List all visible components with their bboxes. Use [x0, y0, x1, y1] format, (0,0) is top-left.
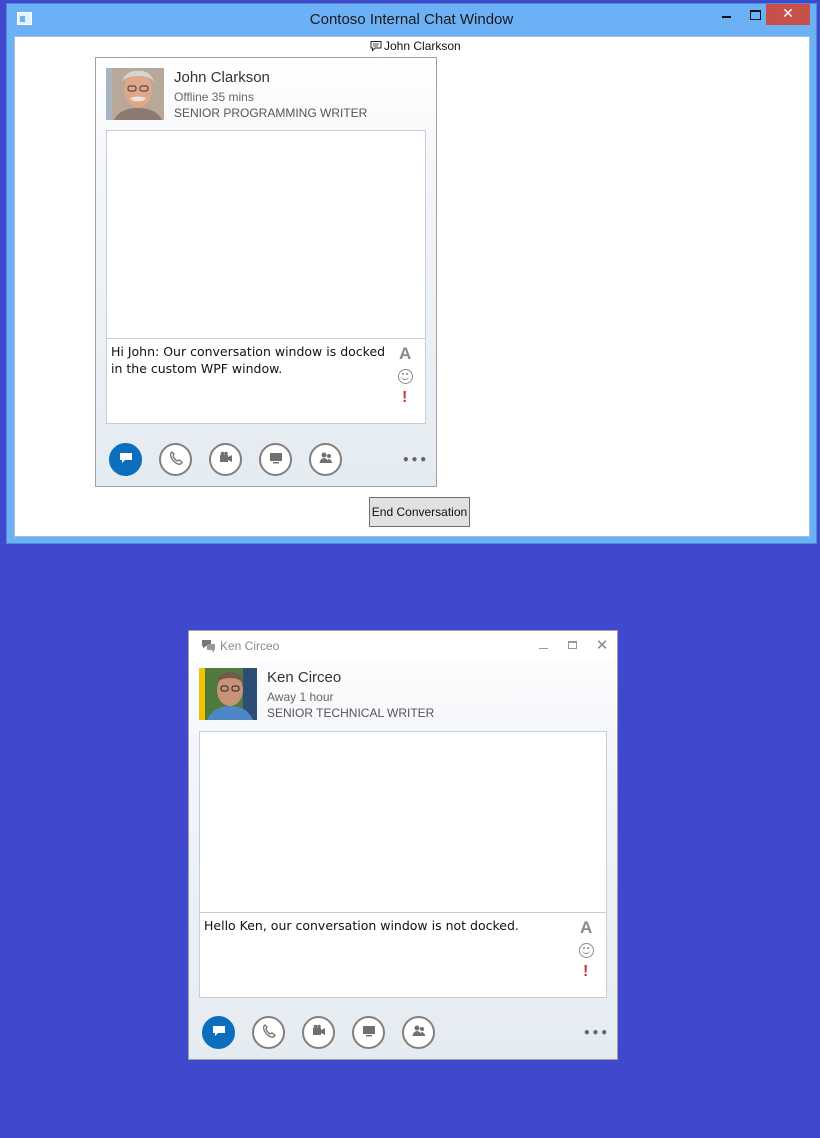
presence-indicator	[199, 668, 205, 720]
present-icon	[361, 1023, 377, 1043]
message-draft[interactable]: Hi John: Our conversation window is dock…	[111, 343, 395, 377]
priority-icon[interactable]: !	[583, 963, 588, 981]
minimize-button[interactable]	[536, 637, 552, 653]
contact-card[interactable]: Ken Circeo Away 1 hour SENIOR TECHNICAL …	[199, 668, 529, 720]
emoticon-icon[interactable]	[579, 943, 594, 958]
font-icon[interactable]: A	[580, 918, 592, 938]
contact-status: Away 1 hour	[267, 690, 334, 704]
people-icon	[411, 1023, 427, 1043]
message-history[interactable]	[199, 731, 607, 913]
present-button[interactable]	[259, 443, 292, 476]
video-button[interactable]	[302, 1016, 335, 1049]
font-icon[interactable]: A	[399, 344, 411, 364]
im-icon	[211, 1023, 227, 1043]
floating-conversation-window: Ken Circeo ✕ Ken Circeo Away 1 hour SENI…	[188, 630, 618, 1060]
contact-job-title: SENIOR PROGRAMMING WRITER	[174, 106, 368, 120]
video-button[interactable]	[209, 443, 242, 476]
video-icon	[311, 1023, 327, 1043]
participants-button[interactable]	[402, 1016, 435, 1049]
docked-conversation-window: John Clarkson Offline 35 mins SENIOR PRO…	[95, 57, 437, 487]
more-options-button[interactable]: •••	[583, 1026, 609, 1040]
floating-titlebar[interactable]: Ken Circeo ✕	[189, 631, 617, 661]
end-conversation-button[interactable]: End Conversation	[369, 497, 470, 527]
conversation-caption-text: John Clarkson	[384, 39, 461, 53]
close-button[interactable]: ✕	[594, 637, 610, 653]
im-icon	[118, 450, 134, 470]
close-button[interactable]: ✕	[766, 4, 810, 25]
message-input[interactable]: Hello Ken, our conversation window is no…	[199, 912, 607, 998]
host-window: Contoso Internal Chat Window ✕ John Clar…	[6, 3, 817, 544]
minimize-button[interactable]	[713, 4, 741, 25]
maximize-button[interactable]	[565, 637, 581, 653]
contact-card[interactable]: John Clarkson Offline 35 mins SENIOR PRO…	[106, 68, 436, 120]
avatar[interactable]	[199, 668, 257, 720]
priority-icon[interactable]: !	[402, 389, 407, 407]
host-client-area: John Clarkson John Clarkson Offline 35 m…	[14, 36, 810, 537]
message-draft[interactable]: Hello Ken, our conversation window is no…	[204, 917, 574, 934]
conversation-window-icon	[201, 638, 216, 657]
video-icon	[218, 450, 234, 470]
people-icon	[318, 450, 334, 470]
emoticon-icon[interactable]	[398, 369, 413, 384]
floating-window-title: Ken Circeo	[220, 639, 280, 653]
present-button[interactable]	[352, 1016, 385, 1049]
chat-bubble-icon	[370, 40, 382, 52]
avatar[interactable]	[106, 68, 164, 120]
contact-name[interactable]: Ken Circeo	[267, 669, 341, 686]
present-icon	[268, 450, 284, 470]
im-button[interactable]	[202, 1016, 235, 1049]
call-button[interactable]	[159, 443, 192, 476]
phone-icon	[261, 1023, 277, 1043]
maximize-button[interactable]	[741, 4, 769, 25]
phone-icon	[168, 450, 184, 470]
more-options-button[interactable]: •••	[402, 453, 428, 467]
conversation-caption: John Clarkson	[370, 39, 461, 53]
message-input[interactable]: Hi John: Our conversation window is dock…	[106, 338, 426, 424]
im-button[interactable]	[109, 443, 142, 476]
contact-status: Offline 35 mins	[174, 90, 254, 104]
host-titlebar[interactable]: Contoso Internal Chat Window ✕	[7, 4, 816, 36]
host-window-title: Contoso Internal Chat Window	[309, 11, 514, 28]
message-history[interactable]	[106, 130, 426, 339]
call-button[interactable]	[252, 1016, 285, 1049]
participants-button[interactable]	[309, 443, 342, 476]
contact-name[interactable]: John Clarkson	[174, 69, 270, 86]
contact-job-title: SENIOR TECHNICAL WRITER	[267, 706, 435, 720]
